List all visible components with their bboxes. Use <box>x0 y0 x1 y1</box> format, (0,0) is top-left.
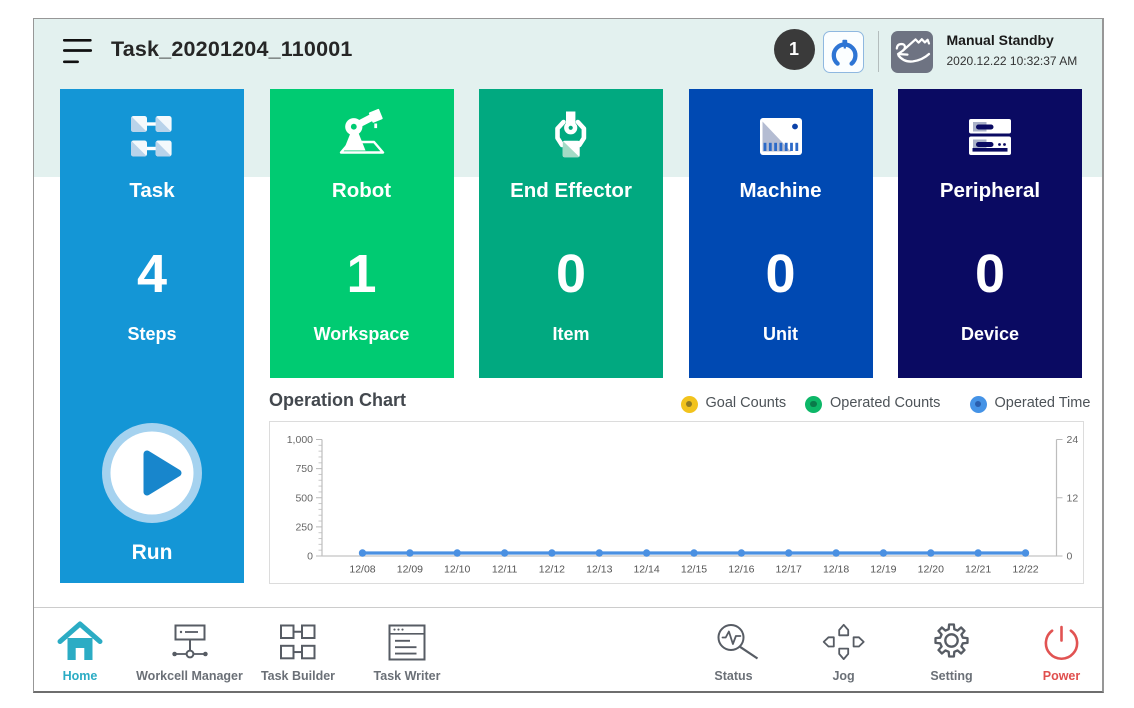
svg-text:12/13: 12/13 <box>586 563 612 575</box>
svg-text:12/12: 12/12 <box>538 563 564 575</box>
svg-text:12/21: 12/21 <box>964 563 990 575</box>
svg-text:12/11: 12/11 <box>491 563 517 575</box>
svg-text:24: 24 <box>1066 434 1078 446</box>
svg-text:12/20: 12/20 <box>917 563 943 575</box>
svg-text:0: 0 <box>1066 550 1072 562</box>
svg-text:12/15: 12/15 <box>680 563 706 575</box>
svg-text:12: 12 <box>1066 492 1078 504</box>
svg-text:12/17: 12/17 <box>775 563 801 575</box>
svg-text:12/22: 12/22 <box>1012 563 1038 575</box>
svg-text:12/14: 12/14 <box>633 563 659 575</box>
svg-text:12/09: 12/09 <box>396 563 422 575</box>
svg-text:12/08: 12/08 <box>349 563 375 575</box>
svg-text:12/16: 12/16 <box>728 563 754 575</box>
svg-text:750: 750 <box>295 463 313 475</box>
svg-text:12/18: 12/18 <box>822 563 848 575</box>
svg-text:0: 0 <box>307 550 313 562</box>
svg-text:12/19: 12/19 <box>870 563 896 575</box>
svg-text:500: 500 <box>295 492 313 504</box>
svg-text:1,000: 1,000 <box>286 434 312 446</box>
svg-text:250: 250 <box>295 521 313 533</box>
svg-text:12/10: 12/10 <box>444 563 470 575</box>
